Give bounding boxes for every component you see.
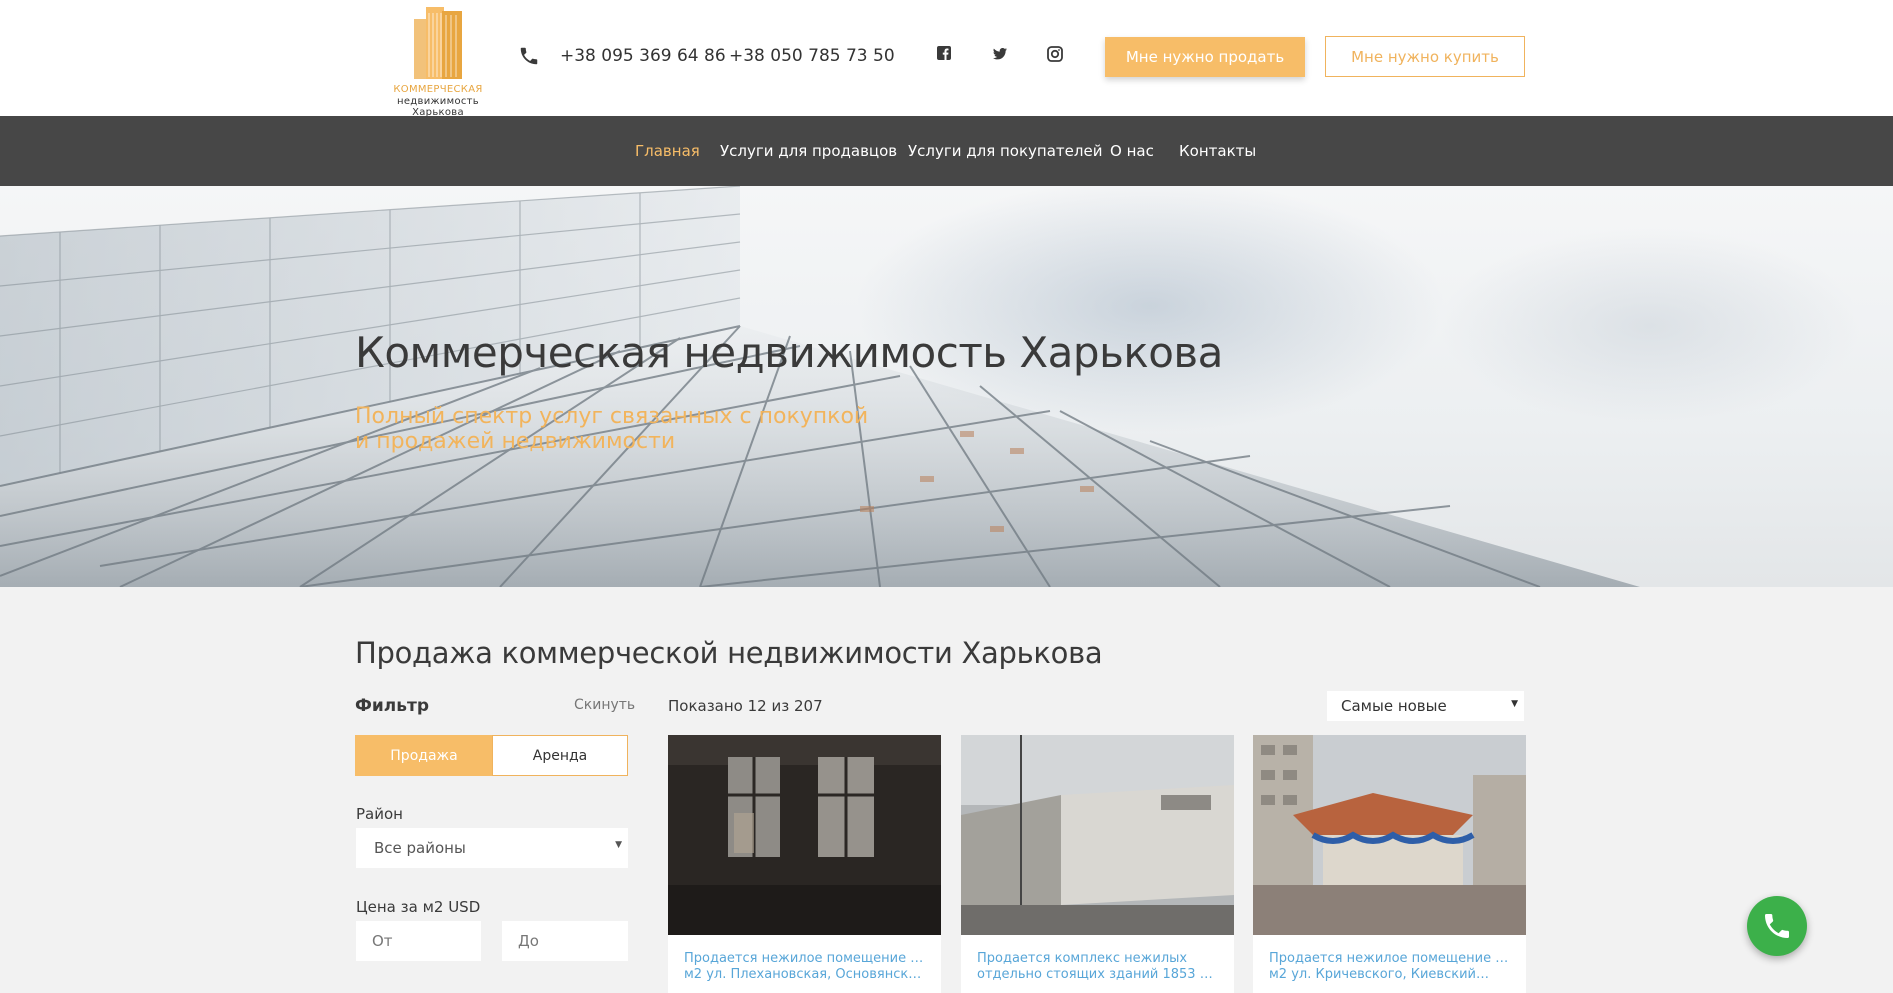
listing-card[interactable]: Продается нежилое помещение 600 м2 ул. П…: [668, 735, 941, 993]
building-logo-icon: [414, 7, 462, 79]
facebook-icon[interactable]: [936, 45, 954, 63]
logo-text-bottom: недвижимость Харькова: [397, 96, 479, 118]
listing-photo[interactable]: [961, 735, 1234, 935]
listing-title-line2: отдельно стоящих зданий 1853 м…: [977, 967, 1222, 982]
call-button[interactable]: [1747, 896, 1807, 956]
nav-item-about[interactable]: О нас: [1110, 142, 1154, 160]
district-select-value: Все районы: [374, 839, 466, 857]
section-title: Продажа коммерческой недвижимости Харько…: [355, 636, 1103, 670]
listing-title-link[interactable]: Продается комплекс нежилых отдельно стоя…: [977, 951, 1222, 983]
listing-card[interactable]: Продается комплекс нежилых отдельно стоя…: [961, 735, 1234, 993]
nav-item-home[interactable]: Главная: [635, 142, 700, 160]
tab-sale[interactable]: Продажа: [355, 735, 493, 776]
site-header: КОММЕРЧЕСКАЯ недвижимость Харькова +38 0…: [0, 0, 1893, 118]
hero-subtitle-line2: и продажей недвижимости: [355, 429, 676, 454]
sell-button[interactable]: Мне нужно продать: [1105, 37, 1305, 77]
site-logo[interactable]: КОММЕРЧЕСКАЯ недвижимость Харькова: [370, 5, 506, 118]
phone-icon: [520, 47, 538, 65]
nav-item-seller-services[interactable]: Услуги для продавцов: [720, 142, 897, 160]
hero-subtitle: Полный спектр услуг связанных с покупкой…: [355, 404, 868, 454]
price-label: Цена за м2 USD: [356, 898, 481, 916]
filter-reset-link[interactable]: Скинуть: [574, 697, 635, 713]
buy-button[interactable]: Мне нужно купить: [1325, 36, 1525, 77]
chevron-down-icon: ▼: [1511, 699, 1518, 709]
listing-title-line1: Продается нежилое помещение 160: [1269, 951, 1514, 966]
filter-title: Фильтр: [355, 696, 429, 716]
listing-title-link[interactable]: Продается нежилое помещение 160 м2 ул. К…: [1269, 951, 1514, 983]
phone-icon: [1765, 914, 1789, 938]
phone-number-1[interactable]: +38 095 369 64 86: [560, 46, 726, 66]
listing-title-line1: Продается нежилое помещение 600: [684, 951, 929, 966]
sort-select[interactable]: Самые новые ▼: [1327, 691, 1524, 721]
hero-banner: Коммерческая недвижимость Харькова Полны…: [0, 186, 1893, 587]
nav-item-buyer-services[interactable]: Услуги для покупателей: [908, 142, 1102, 160]
district-label: Район: [356, 805, 403, 823]
listing-photo[interactable]: [1253, 735, 1526, 935]
district-select[interactable]: Все районы ▼: [356, 828, 628, 868]
chevron-down-icon: ▼: [615, 840, 622, 850]
listing-photo[interactable]: [668, 735, 941, 935]
phone-number-2[interactable]: +38 050 785 73 50: [729, 46, 895, 66]
listing-card[interactable]: Продается нежилое помещение 160 м2 ул. К…: [1253, 735, 1526, 993]
logo-text-top: КОММЕРЧЕСКАЯ: [393, 84, 483, 95]
hero-subtitle-line1: Полный спектр услуг связанных с покупкой: [355, 404, 869, 429]
building-facade-image: [0, 186, 1640, 587]
tab-rent[interactable]: Аренда: [492, 735, 628, 776]
listing-title-line1: Продается комплекс нежилых: [977, 951, 1188, 966]
price-to-input[interactable]: До: [502, 921, 628, 961]
listing-title-line2: м2 ул. Кричевского, Киевский…: [1269, 967, 1489, 982]
twitter-icon[interactable]: [991, 45, 1009, 63]
listing-title-link[interactable]: Продается нежилое помещение 600 м2 ул. П…: [684, 951, 929, 983]
hero-title: Коммерческая недвижимость Харькова: [355, 328, 1223, 377]
listing-title-line2: м2 ул. Плехановская, Основянски…: [684, 967, 929, 982]
main-nav: Главная Услуги для продавцов Услуги для …: [0, 116, 1893, 186]
sort-select-value: Самые новые: [1341, 697, 1447, 715]
results-count: Показано 12 из 207: [668, 697, 823, 715]
nav-item-contacts[interactable]: Контакты: [1179, 142, 1256, 160]
instagram-icon[interactable]: [1046, 45, 1064, 63]
price-from-input[interactable]: От: [356, 921, 481, 961]
